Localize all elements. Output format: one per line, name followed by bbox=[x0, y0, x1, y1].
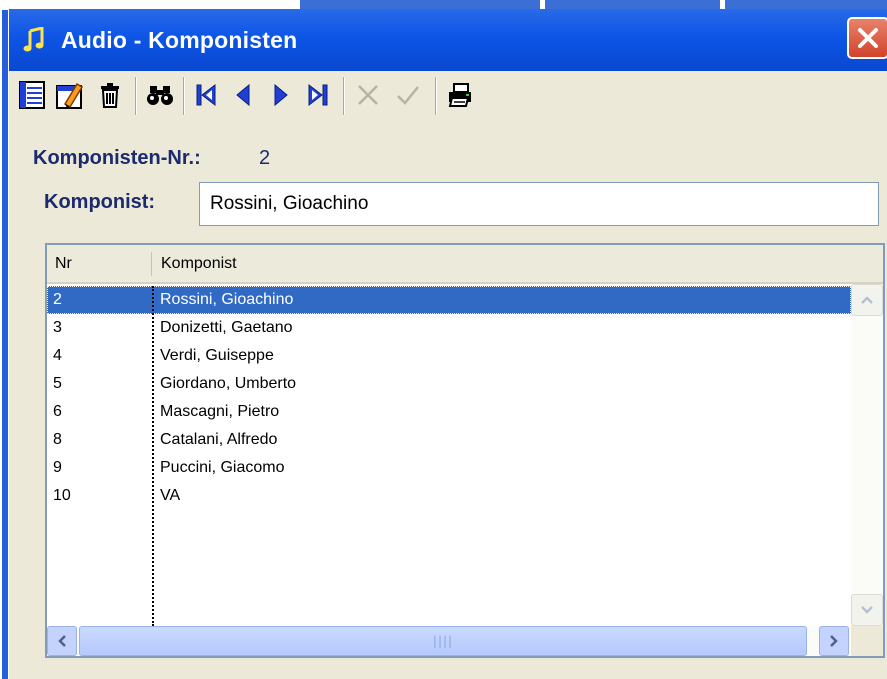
row-nr: 2 bbox=[53, 291, 62, 308]
delete-button[interactable] bbox=[93, 77, 127, 113]
scrollbar-corner bbox=[851, 626, 883, 656]
row-komponist: Rossini, Gioachino bbox=[160, 291, 294, 308]
komponisten-nr-label: Komponisten-Nr.: bbox=[33, 147, 201, 169]
edit-record-button[interactable] bbox=[53, 77, 87, 113]
last-record-button[interactable] bbox=[301, 77, 335, 113]
column-divider bbox=[152, 286, 154, 626]
scroll-thumb[interactable]: |||| bbox=[79, 626, 807, 656]
table-row[interactable]: 5 Giordano, Umberto bbox=[47, 370, 851, 398]
table-row[interactable]: 9 Puccini, Giacomo bbox=[47, 454, 851, 482]
row-komponist: Puccini, Giacomo bbox=[160, 459, 285, 476]
row-nr: 8 bbox=[53, 431, 62, 448]
table-row[interactable]: 4 Verdi, Guiseppe bbox=[47, 342, 851, 370]
row-nr: 9 bbox=[53, 459, 62, 476]
komponisten-nr-value: 2 bbox=[259, 147, 271, 169]
row-komponist: Catalani, Alfredo bbox=[160, 431, 278, 448]
binoculars-icon bbox=[147, 86, 173, 105]
row-nr: 4 bbox=[53, 347, 62, 364]
cancel-icon bbox=[358, 85, 378, 105]
chevron-right-icon bbox=[830, 635, 838, 647]
row-komponist: Donizetti, Gaetano bbox=[160, 319, 293, 336]
window-body: Komponisten-Nr.: 2 Komponist: Nr Komponi… bbox=[9, 71, 887, 679]
new-record-button[interactable] bbox=[15, 77, 49, 113]
previous-record-button[interactable] bbox=[227, 77, 261, 113]
row-nr: 5 bbox=[53, 375, 62, 392]
next-record-icon bbox=[274, 83, 288, 107]
grip-icon: |||| bbox=[432, 634, 454, 648]
confirm-check-icon bbox=[397, 86, 419, 105]
toolbar-separator bbox=[343, 77, 345, 115]
printer-icon bbox=[448, 83, 471, 107]
komponist-label: Komponist: bbox=[44, 191, 156, 213]
row-nr: 6 bbox=[53, 403, 62, 420]
search-button[interactable] bbox=[143, 77, 177, 113]
column-header-komponist[interactable]: Komponist bbox=[153, 245, 853, 282]
row-komponist: Verdi, Guiseppe bbox=[160, 347, 274, 364]
toolbar-separator bbox=[183, 77, 185, 115]
last-record-icon bbox=[308, 83, 328, 107]
row-komponist: Giordano, Umberto bbox=[160, 375, 297, 392]
table-row[interactable]: 10 VA bbox=[47, 482, 851, 510]
previous-record-icon bbox=[236, 83, 250, 107]
horizontal-scrollbar[interactable]: |||| bbox=[47, 626, 851, 656]
toolbar bbox=[9, 71, 887, 121]
chevron-up-icon bbox=[861, 296, 873, 304]
scroll-right-button[interactable] bbox=[819, 626, 849, 656]
edit-record-icon bbox=[56, 82, 84, 109]
title-bar[interactable]: Audio - Komponisten bbox=[9, 9, 887, 71]
close-button[interactable] bbox=[847, 17, 887, 59]
desktop-left-edge bbox=[0, 0, 9, 679]
list-header: Nr Komponist bbox=[47, 245, 883, 284]
first-record-button[interactable] bbox=[189, 77, 223, 113]
next-record-button[interactable] bbox=[263, 77, 297, 113]
table-row[interactable]: 3 Donizetti, Gaetano bbox=[47, 314, 851, 342]
row-nr: 10 bbox=[53, 487, 71, 504]
scroll-left-button[interactable] bbox=[47, 626, 77, 656]
row-komponist: VA bbox=[160, 487, 181, 504]
toolbar-separator bbox=[435, 77, 437, 115]
chevron-down-icon bbox=[861, 606, 873, 614]
new-record-icon bbox=[19, 81, 45, 109]
music-note-icon bbox=[23, 26, 45, 53]
table-row[interactable]: 8 Catalani, Alfredo bbox=[47, 426, 851, 454]
scroll-down-button[interactable] bbox=[851, 594, 883, 626]
table-row[interactable]: 2 Rossini, Gioachino bbox=[47, 286, 851, 314]
toolbar-separator bbox=[135, 77, 137, 115]
trash-icon bbox=[101, 83, 119, 108]
close-icon bbox=[858, 28, 878, 48]
column-header-nr[interactable]: Nr bbox=[47, 245, 153, 282]
first-record-icon bbox=[196, 83, 216, 107]
confirm-button[interactable] bbox=[391, 77, 425, 113]
chevron-left-icon bbox=[58, 635, 66, 647]
row-komponist: Mascagni, Pietro bbox=[160, 403, 280, 420]
komponisten-list[interactable]: Nr Komponist 2 Rossini, Gioachino 3 Doni… bbox=[45, 243, 885, 658]
cancel-button[interactable] bbox=[351, 77, 385, 113]
desktop-top-strip bbox=[0, 0, 887, 9]
komponist-input[interactable] bbox=[199, 182, 879, 226]
row-nr: 3 bbox=[53, 319, 62, 336]
table-row[interactable]: 6 Mascagni, Pietro bbox=[47, 398, 851, 426]
vertical-scrollbar[interactable] bbox=[851, 284, 883, 626]
scroll-up-button[interactable] bbox=[851, 284, 883, 316]
window-title: Audio - Komponisten bbox=[61, 27, 298, 53]
print-button[interactable] bbox=[443, 77, 477, 113]
